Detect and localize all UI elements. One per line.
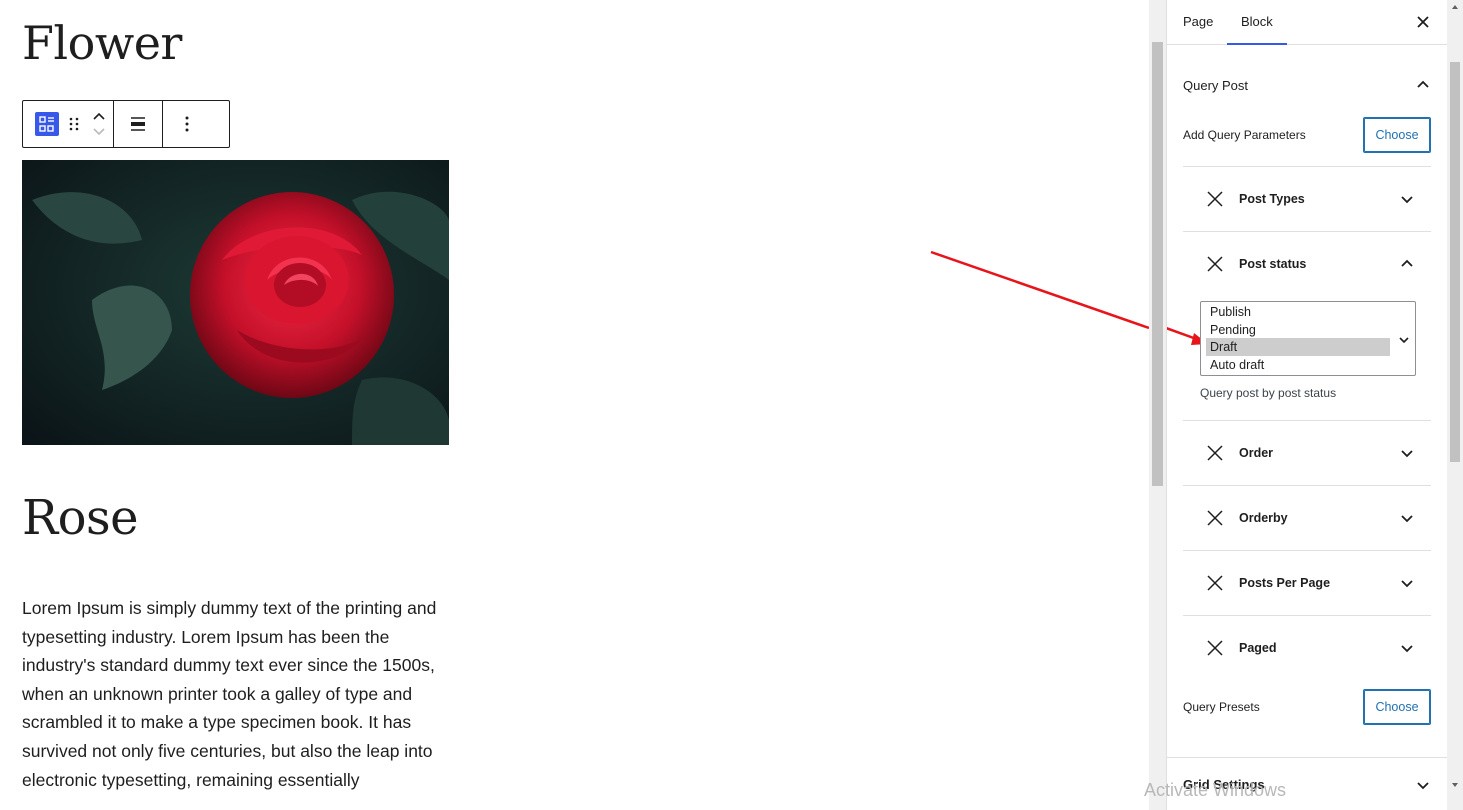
chevron-down-icon[interactable] — [92, 127, 106, 137]
chevron-down-icon[interactable] — [1401, 193, 1413, 205]
param-label: Orderby — [1239, 511, 1288, 525]
param-label: Posts Per Page — [1239, 576, 1331, 590]
remove-icon[interactable] — [1207, 191, 1223, 207]
post-status-help: Query post by post status — [1200, 386, 1337, 400]
chevron-down-icon[interactable] — [1401, 577, 1413, 589]
scroll-down-icon[interactable] — [1447, 780, 1463, 790]
activate-windows-watermark: Activate Windows — [1144, 780, 1287, 800]
post-title[interactable]: Rose — [22, 490, 139, 546]
choose-presets-button[interactable]: Choose — [1363, 689, 1431, 725]
param-label: Post Types — [1239, 192, 1305, 206]
canvas-scrollbar[interactable] — [1149, 0, 1166, 810]
featured-image[interactable] — [22, 160, 449, 445]
chevron-down-icon[interactable] — [1401, 512, 1413, 524]
scroll-up-icon[interactable] — [1447, 2, 1463, 12]
canvas-scrollbar-thumb[interactable] — [1152, 42, 1163, 486]
remove-icon[interactable] — [1207, 575, 1223, 591]
chevron-up-icon[interactable] — [1401, 258, 1413, 270]
select-option[interactable]: Auto draft — [1206, 356, 1390, 374]
chevron-down-icon[interactable] — [1417, 779, 1429, 791]
select-chevron-icon[interactable] — [1399, 336, 1409, 344]
panel-divider — [1167, 757, 1447, 758]
close-icon[interactable] — [1417, 12, 1429, 32]
tab-page[interactable]: Page — [1183, 0, 1213, 45]
tab-block[interactable]: Block — [1227, 0, 1287, 45]
chevron-down-icon[interactable] — [1401, 447, 1413, 459]
settings-sidebar: Page Block Query Post Add Query Paramete… — [1166, 0, 1447, 810]
select-option[interactable]: Pending — [1206, 321, 1390, 339]
select-option[interactable]: Publish — [1206, 303, 1390, 321]
sidebar-tabs: Page Block — [1167, 0, 1447, 45]
sidebar-scrollbar-thumb[interactable] — [1450, 62, 1460, 462]
remove-icon[interactable] — [1207, 256, 1223, 272]
remove-icon[interactable] — [1207, 445, 1223, 461]
panel-title: Query Post — [1183, 78, 1249, 93]
chevron-up-icon[interactable] — [92, 111, 106, 121]
query-loop-icon[interactable] — [35, 112, 59, 136]
options-group — [163, 101, 211, 147]
param-label: Post status — [1239, 257, 1307, 271]
param-item-posts-per-page[interactable]: Posts Per Page — [1183, 550, 1431, 615]
panel-header-query-post[interactable]: Query Post — [1183, 78, 1431, 93]
block-toolbar — [22, 100, 230, 148]
choose-parameters-button[interactable]: Choose — [1363, 117, 1431, 153]
select-option-selected[interactable]: Draft — [1206, 338, 1390, 356]
remove-icon[interactable] — [1207, 510, 1223, 526]
align-wide-icon[interactable] — [114, 101, 162, 147]
block-movers — [85, 101, 113, 147]
param-label: Order — [1239, 446, 1274, 460]
more-vertical-icon[interactable] — [163, 101, 211, 147]
param-item-orderby[interactable]: Orderby — [1183, 485, 1431, 550]
param-item-post-types[interactable]: Post Types — [1183, 166, 1431, 231]
remove-icon[interactable] — [1207, 640, 1223, 656]
param-label: Paged — [1239, 641, 1277, 655]
editor-canvas: Flower Rose Lorem Ipsum is simply dummy … — [0, 0, 1149, 810]
param-item-paged[interactable]: Paged — [1183, 615, 1431, 680]
chevron-up-icon[interactable] — [1417, 79, 1429, 91]
param-item-order[interactable]: Order — [1183, 420, 1431, 485]
block-type-group — [23, 101, 114, 147]
drag-handle-icon[interactable] — [63, 101, 85, 147]
post-status-select[interactable]: Publish Pending Draft Auto draft — [1200, 301, 1416, 376]
sidebar-scrollbar[interactable] — [1447, 0, 1463, 810]
post-excerpt: Lorem Ipsum is simply dummy text of the … — [22, 598, 437, 790]
align-group — [114, 101, 163, 147]
page-title[interactable]: Flower — [22, 16, 182, 70]
chevron-down-icon[interactable] — [1401, 642, 1413, 654]
